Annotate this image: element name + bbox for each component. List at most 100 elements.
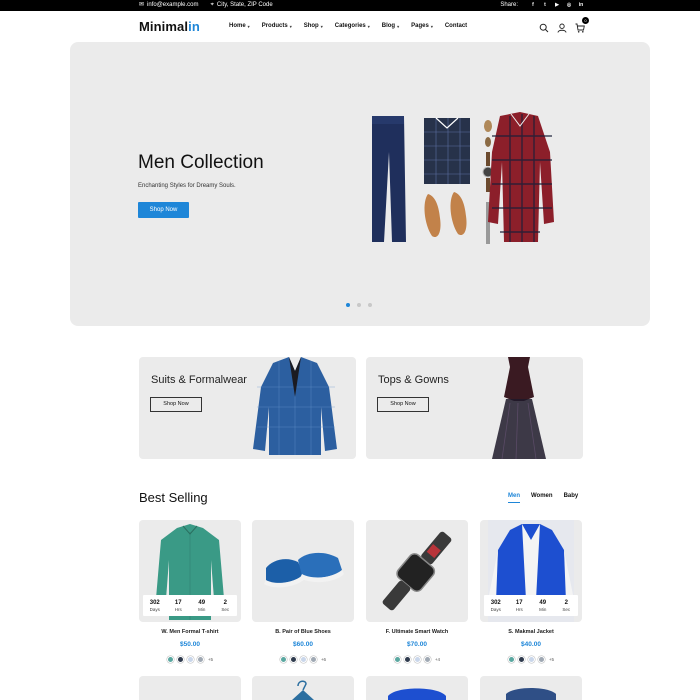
product-price: $60.00 [293, 641, 313, 648]
product-card[interactable]: F. Ultimate Smart Watch $70.00 +4 [366, 520, 468, 666]
color-swatch[interactable] [186, 656, 194, 663]
nav-contact-label: Contact [444, 23, 468, 29]
nav-home[interactable]: Home ▾ [229, 23, 250, 29]
share-label: Share: [500, 2, 518, 8]
product-card-partial[interactable] [366, 676, 468, 700]
hero-slider-dots [346, 303, 372, 307]
nav-pages[interactable]: Pages ▾ [411, 23, 433, 29]
color-swatches: +4 [366, 656, 468, 663]
category-banner-tops-gowns[interactable]: Tops & Gowns Shop Now [366, 357, 583, 459]
address-info: ⌖ City, State, ZIP Code [210, 2, 272, 8]
chevron-down-icon: ▾ [430, 23, 433, 29]
nav-home-label: Home [229, 23, 246, 29]
countdown-seconds: 2 [223, 599, 227, 606]
countdown-minutes-label: Min [539, 606, 547, 612]
blue-shoes-image [264, 552, 344, 588]
linkedin-icon[interactable]: in [578, 2, 584, 8]
product-name[interactable]: B. Pair of Blue Shoes [252, 629, 354, 635]
black-gown-image [492, 357, 546, 459]
chevron-down-icon: ▾ [367, 23, 370, 29]
product-name[interactable]: S. Makmal Jacket [480, 629, 582, 635]
color-swatch[interactable] [166, 656, 174, 663]
hero-title: Men Collection [138, 152, 264, 173]
product-card-partial[interactable] [252, 676, 354, 700]
product-card[interactable]: 302 Days 17 Hrs 49 Min 2 Sec W. Men Formal T… [139, 520, 241, 666]
user-icon[interactable] [557, 20, 567, 33]
product-name[interactable]: W. Men Formal T-shirt [139, 629, 241, 635]
mail-icon: ✉ [139, 2, 145, 8]
navy-top-product-image [506, 688, 556, 700]
product-name[interactable]: F. Ultimate Smart Watch [366, 629, 468, 635]
product-card-partial[interactable] [139, 676, 241, 700]
chevron-down-icon: ▾ [397, 23, 400, 29]
more-colors-count: +5 [207, 657, 214, 662]
nav-pages-label: Pages [411, 23, 429, 29]
color-swatch[interactable] [289, 656, 297, 663]
youtube-icon[interactable]: ▶ [554, 2, 560, 8]
slider-dot-2[interactable] [357, 303, 361, 307]
nav-products[interactable]: Products ▾ [262, 23, 292, 29]
color-swatch[interactable] [176, 656, 184, 663]
color-swatch[interactable] [413, 656, 421, 663]
smart-watch-image [382, 531, 452, 611]
color-swatch[interactable] [423, 656, 431, 663]
color-swatch[interactable] [393, 656, 401, 663]
logo-main: Minimal [139, 19, 189, 34]
product-image-area[interactable] [366, 520, 468, 622]
nav-shop[interactable]: Shop ▾ [304, 23, 323, 29]
countdown-days-label: Days [490, 606, 501, 612]
category-shop-now-button[interactable]: Shop Now [377, 397, 429, 412]
color-swatch[interactable] [527, 656, 535, 663]
countdown-timer: 302 Days 17 Hrs 49 Min 2 Sec [484, 595, 578, 616]
nav-blog[interactable]: Blog ▾ [382, 23, 399, 29]
hero-shop-now-button[interactable]: Shop Now [138, 202, 189, 218]
color-swatch[interactable] [309, 656, 317, 663]
countdown-days-label: Days [149, 606, 160, 612]
color-swatch[interactable] [403, 656, 411, 663]
nav-contact[interactable]: Contact [445, 23, 467, 29]
product-card-partial[interactable] [480, 676, 582, 700]
countdown-days: 302 [490, 599, 501, 606]
product-price: $40.00 [521, 641, 541, 648]
top-bar-contact: ✉ info@example.com ⌖ City, State, ZIP Co… [139, 2, 273, 8]
top-bar: ✉ info@example.com ⌖ City, State, ZIP Co… [0, 0, 700, 11]
facebook-icon[interactable]: f [530, 2, 536, 8]
category-shop-now-button[interactable]: Shop Now [150, 397, 202, 412]
cart-icon[interactable]: 0 [575, 17, 589, 33]
color-swatches: +5 [480, 656, 582, 663]
category-banner-suits[interactable]: Suits & Formalwear Shop Now [139, 357, 356, 459]
nav-categories[interactable]: Categories ▾ [335, 23, 370, 29]
logo-accent: in [188, 19, 200, 34]
search-icon[interactable] [539, 20, 549, 33]
color-swatch[interactable] [299, 656, 307, 663]
instagram-icon[interactable]: ◎ [566, 2, 572, 8]
email-info[interactable]: ✉ info@example.com [139, 2, 198, 8]
color-swatch[interactable] [279, 656, 287, 663]
chevron-down-icon: ▾ [289, 23, 292, 29]
product-card[interactable]: 302 Days 17 Hrs 49 Min 2 Sec S. Makmal Jacke… [480, 520, 582, 666]
tab-women[interactable]: Women [531, 493, 553, 503]
countdown-minutes: 49 [539, 599, 547, 606]
twitter-icon[interactable]: t [542, 2, 548, 8]
slider-dot-3[interactable] [368, 303, 372, 307]
product-image-area[interactable]: 302 Days 17 Hrs 49 Min 2 Sec [139, 520, 241, 622]
tab-baby[interactable]: Baby [564, 493, 579, 503]
countdown-hours: 17 [174, 599, 182, 606]
hero-subtitle: Enchanting Styles for Dreamy Souls. [138, 183, 236, 189]
color-swatch[interactable] [537, 656, 545, 663]
email-text: info@example.com [147, 2, 199, 8]
color-swatch[interactable] [507, 656, 515, 663]
product-image-area[interactable] [252, 520, 354, 622]
category-title: Tops & Gowns [378, 374, 449, 386]
site-logo[interactable]: Minimalin [139, 19, 200, 34]
product-card[interactable]: B. Pair of Blue Shoes $60.00 +6 [252, 520, 354, 666]
more-colors-count: +4 [434, 657, 441, 662]
main-nav: Home ▾ Products ▾ Shop ▾ Categories ▾ Blog ▾ … [229, 23, 467, 29]
slider-dot-1[interactable] [346, 303, 350, 307]
color-swatch[interactable] [196, 656, 204, 663]
tab-men[interactable]: Men [508, 493, 520, 503]
product-image-area[interactable]: 302 Days 17 Hrs 49 Min 2 Sec [480, 520, 582, 622]
countdown-days: 302 [149, 599, 160, 606]
countdown-seconds-label: Sec [221, 606, 230, 612]
color-swatch[interactable] [517, 656, 525, 663]
